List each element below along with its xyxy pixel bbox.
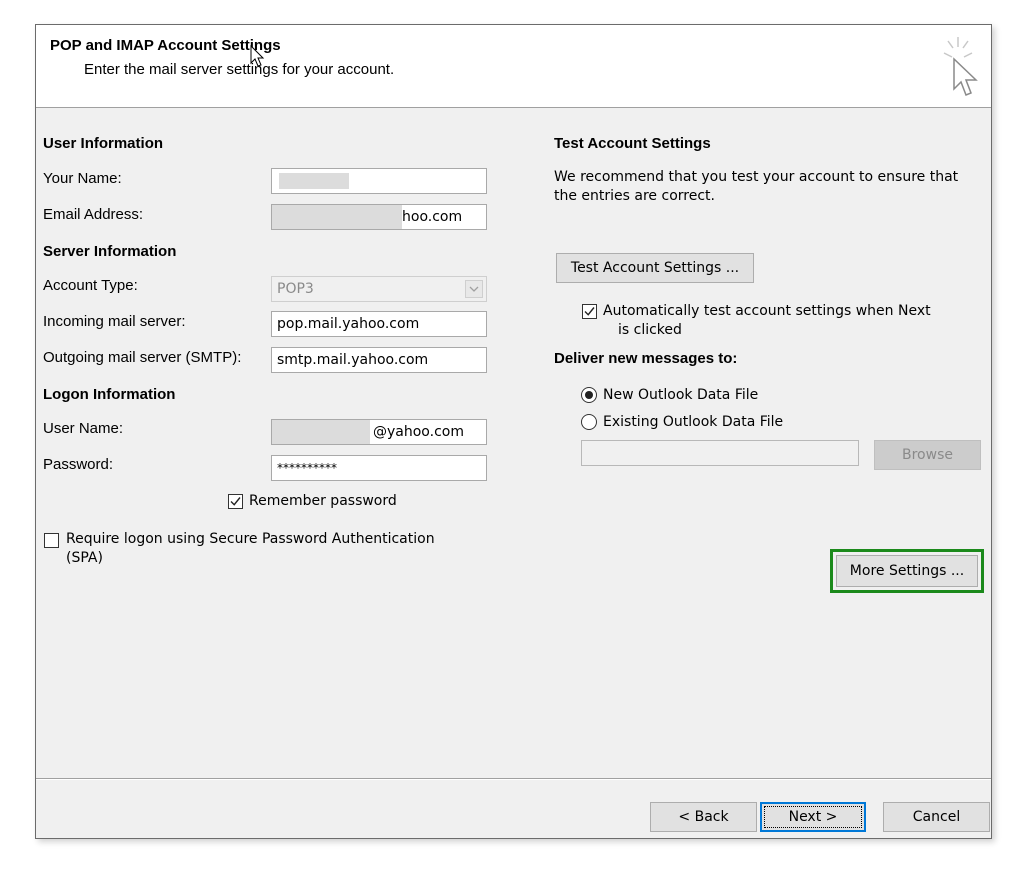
footer-separator-highlight bbox=[36, 779, 991, 780]
redacted-user-name bbox=[272, 420, 370, 444]
redacted-name bbox=[279, 173, 349, 189]
redacted-email bbox=[272, 205, 402, 229]
outgoing-server-field[interactable]: smtp.mail.yahoo.com bbox=[271, 347, 487, 373]
user-name-field[interactable]: @yahoo.com bbox=[271, 419, 487, 445]
test-account-settings-button[interactable]: Test Account Settings ... bbox=[556, 253, 754, 283]
require-spa-label: Require logon using Secure Password Auth… bbox=[66, 531, 435, 547]
existing-data-file-label: Existing Outlook Data File bbox=[603, 414, 784, 430]
new-data-file-radio[interactable] bbox=[581, 387, 597, 403]
user-info-heading: User Information bbox=[43, 135, 164, 152]
mouse-cursor-icon bbox=[250, 45, 265, 67]
incoming-server-field[interactable]: pop.mail.yahoo.com bbox=[271, 311, 487, 337]
password-label: Password: bbox=[43, 456, 114, 473]
remember-password-label: Remember password bbox=[249, 493, 397, 509]
cancel-button[interactable]: Cancel bbox=[883, 802, 990, 832]
test-description-line2: the entries are correct. bbox=[554, 188, 715, 204]
chevron-down-icon bbox=[465, 280, 483, 298]
your-name-field[interactable] bbox=[271, 168, 487, 194]
require-spa-checkbox[interactable] bbox=[44, 533, 59, 548]
account-type-dropdown[interactable]: POP3 bbox=[271, 276, 487, 302]
auto-test-checkbox[interactable] bbox=[582, 304, 597, 319]
more-settings-button[interactable]: More Settings ... bbox=[836, 555, 978, 587]
data-file-path-field[interactable] bbox=[581, 440, 859, 466]
deliver-heading: Deliver new messages to: bbox=[554, 350, 738, 367]
page-subtitle: Enter the mail server settings for your … bbox=[84, 61, 395, 78]
account-type-label: Account Type: bbox=[43, 277, 138, 294]
your-name-label: Your Name: bbox=[43, 170, 122, 187]
incoming-server-label: Incoming mail server: bbox=[43, 313, 186, 330]
email-address-label: Email Address: bbox=[43, 206, 144, 223]
password-field[interactable]: ********** bbox=[271, 455, 487, 481]
server-info-heading: Server Information bbox=[43, 243, 177, 260]
check-icon bbox=[584, 307, 595, 316]
existing-data-file-radio[interactable] bbox=[581, 414, 597, 430]
auto-test-label-line1: Automatically test account settings when… bbox=[603, 303, 931, 319]
test-description-line1: We recommend that you test your account … bbox=[554, 169, 959, 185]
test-settings-heading: Test Account Settings bbox=[554, 135, 711, 152]
dialog-header: POP and IMAP Account Settings Enter the … bbox=[36, 25, 991, 108]
require-spa-label-cont: (SPA) bbox=[66, 550, 103, 566]
logon-info-heading: Logon Information bbox=[43, 386, 176, 403]
next-button[interactable]: Next > bbox=[760, 802, 866, 832]
auto-test-label-line2: is clicked bbox=[618, 322, 682, 338]
account-settings-dialog: POP and IMAP Account Settings Enter the … bbox=[35, 24, 992, 839]
check-icon bbox=[230, 497, 241, 506]
browse-button[interactable]: Browse bbox=[874, 440, 981, 470]
new-data-file-label: New Outlook Data File bbox=[603, 387, 759, 403]
outgoing-server-label: Outgoing mail server (SMTP): bbox=[43, 349, 242, 366]
email-address-field[interactable]: hoo.com bbox=[271, 204, 487, 230]
user-name-label: User Name: bbox=[43, 420, 124, 437]
page-title: POP and IMAP Account Settings bbox=[50, 37, 281, 54]
remember-password-checkbox[interactable] bbox=[228, 494, 243, 509]
wizard-cursor-icon bbox=[943, 37, 978, 96]
back-button[interactable]: < Back bbox=[650, 802, 757, 832]
